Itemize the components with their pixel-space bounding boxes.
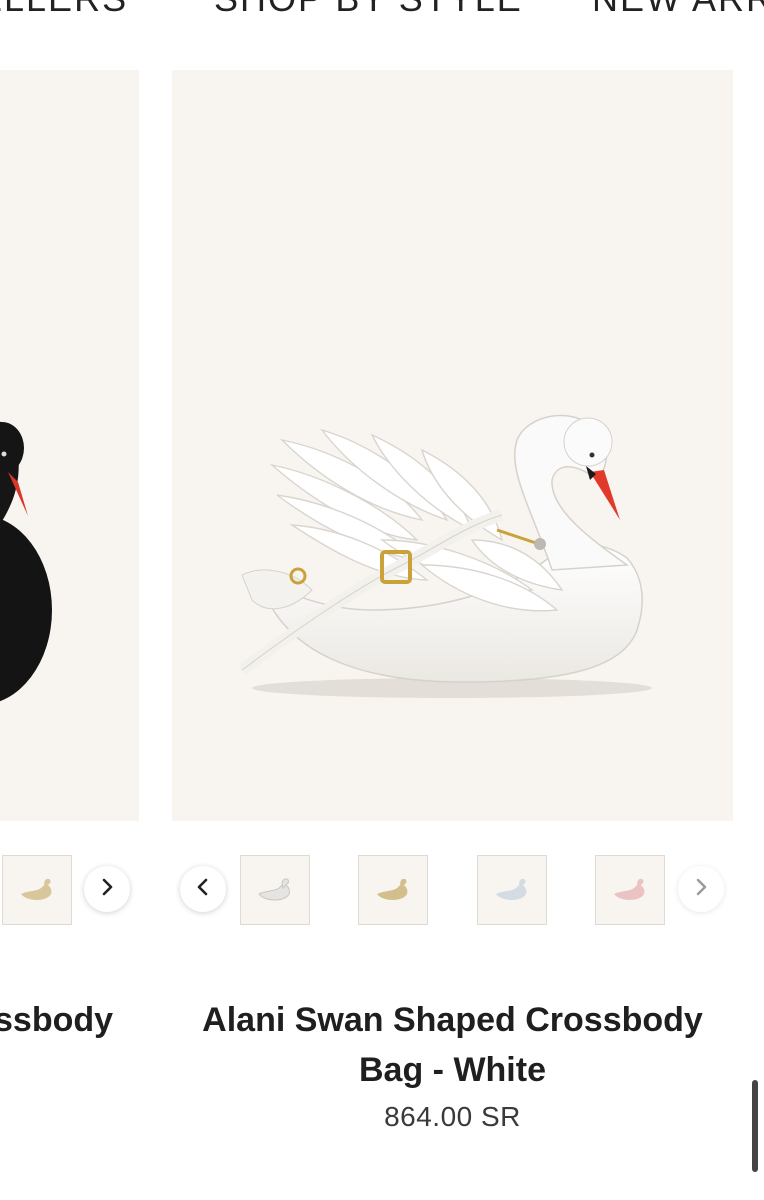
white-swan-bag-image — [238, 414, 652, 698]
product-title[interactable]: Alani Swan Shaped Crossbody Bag - White — [172, 995, 733, 1095]
nav-best-sellers[interactable]: ELLERS — [0, 0, 128, 20]
nav-label: ELLERS — [0, 0, 128, 19]
swan-thumbnail-image — [496, 878, 527, 900]
chevron-right-icon — [99, 878, 115, 901]
price-text: 864.00 SR — [384, 1101, 521, 1132]
chevron-left-icon — [195, 878, 211, 901]
carousel-next-button[interactable] — [678, 866, 724, 912]
carousel-prev-button[interactable] — [180, 866, 226, 912]
swan-thumbnail-image — [614, 878, 645, 900]
swan-thumbnail-image — [377, 878, 408, 900]
thumbnail-silver-swan[interactable] — [477, 855, 547, 925]
product-title-text: ssbody — [0, 1001, 114, 1039]
black-swan-image — [0, 421, 52, 702]
page-scrollbar[interactable] — [752, 1080, 758, 1172]
nav-label: SHOP BY STYLE — [214, 0, 523, 19]
carousel-next-button-left[interactable] — [84, 866, 130, 912]
swan-thumbnail-image — [258, 878, 290, 901]
nav-label: NEW ARRI — [592, 0, 764, 19]
nav-shop-by-style[interactable]: SHOP BY STYLE — [214, 0, 523, 20]
thumbnail-gold-swan-left[interactable] — [2, 855, 72, 925]
chevron-right-icon — [693, 878, 709, 901]
thumbnail-pink-swan[interactable] — [595, 855, 665, 925]
product-title-line-2: Bag - White — [359, 1051, 546, 1089]
product-title-line-1: Alani Swan Shaped Crossbody — [202, 1001, 703, 1039]
swan-thumbnail-image — [21, 878, 52, 900]
product-title-black-swan[interactable]: ssbody — [0, 995, 113, 1045]
thumbnail-gold-swan[interactable] — [358, 855, 428, 925]
thumbnail-white-swan[interactable] — [240, 855, 310, 925]
nav-new-arrivals[interactable]: NEW ARRI — [592, 0, 764, 20]
product-price: 864.00 SR — [172, 1101, 733, 1133]
product-image-black-swan[interactable] — [0, 70, 139, 821]
product-image-white-swan[interactable] — [172, 70, 733, 821]
